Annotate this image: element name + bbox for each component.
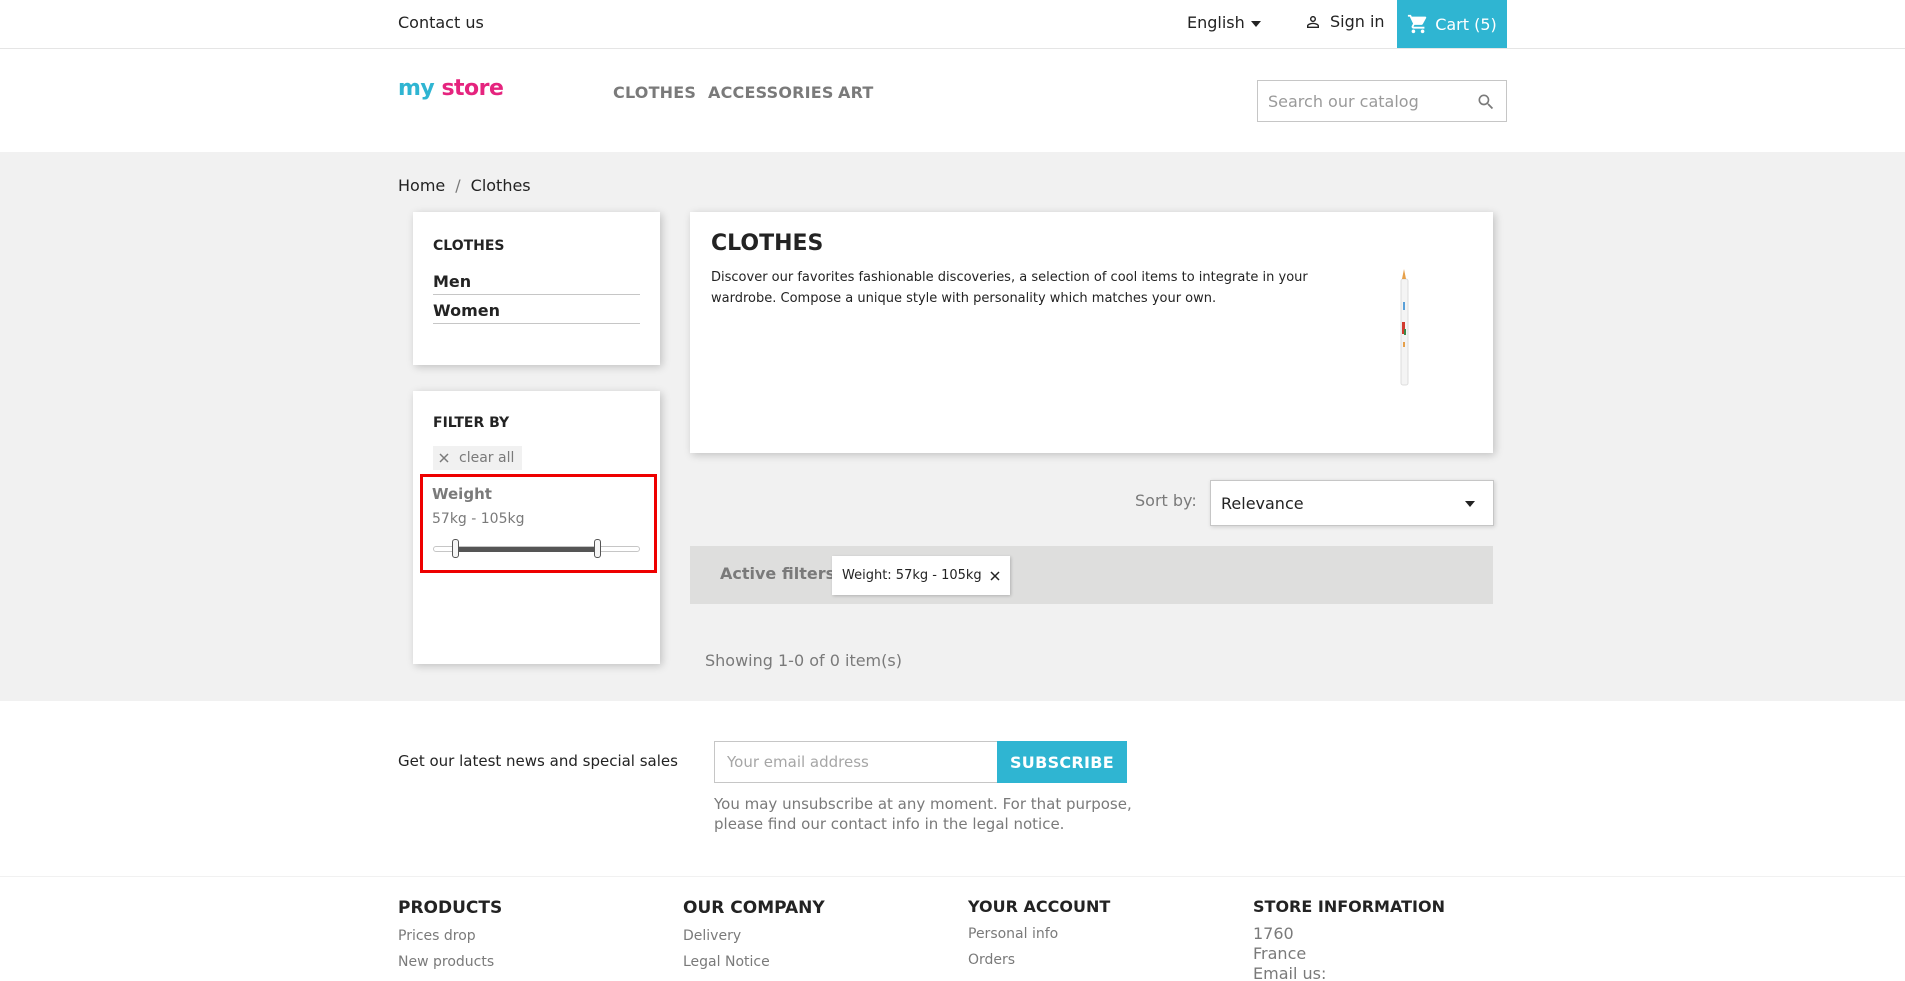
category-image — [1400, 269, 1409, 386]
menu-accessories[interactable]: ACCESSORIES — [708, 83, 834, 102]
results-count: Showing 1-0 of 0 item(s) — [705, 651, 902, 670]
sort-selected-value: Relevance — [1221, 493, 1304, 513]
top-bar — [0, 0, 1905, 49]
store-info-line-3: Email us: — [1253, 964, 1327, 981]
subcategory-men[interactable]: Men — [433, 272, 640, 295]
menu-clothes[interactable]: CLOTHES — [613, 83, 696, 102]
sort-select[interactable]: Relevance — [1210, 480, 1494, 526]
active-filter-chip-label: Weight: 57kg - 105kg — [842, 568, 982, 583]
filter-by-title: FILTER BY — [433, 415, 510, 431]
category-tree-card: CLOTHES Men Women — [413, 212, 660, 365]
close-icon[interactable] — [990, 570, 1000, 581]
store-info-line-1: 1760 — [1253, 924, 1294, 943]
category-description: Discover our favorites fashionable disco… — [711, 270, 1308, 306]
subscribe-button[interactable]: SUBSCRIBE — [997, 741, 1127, 783]
weight-filter-title: Weight — [432, 485, 492, 503]
cart-button[interactable]: Cart (5) — [1397, 0, 1507, 48]
store-logo[interactable]: my store — [398, 76, 504, 101]
footer-link-personal-info[interactable]: Personal info — [968, 926, 1058, 942]
close-icon — [439, 453, 449, 463]
category-title: CLOTHES — [711, 231, 824, 256]
footer-link-prices-drop[interactable]: Prices drop — [398, 928, 476, 944]
newsletter-email-field[interactable] — [714, 741, 998, 783]
breadcrumb-separator: / — [455, 176, 461, 195]
menu-art[interactable]: ART — [838, 83, 874, 102]
footer-link-new-products[interactable]: New products — [398, 954, 494, 970]
cart-label: Cart (5) — [1435, 14, 1497, 34]
weight-range-label: 57kg - 105kg — [432, 511, 525, 527]
active-filters-label: Active filters — [720, 564, 836, 583]
footer-link-legal-notice[interactable]: Legal Notice — [683, 954, 770, 970]
footer-link-delivery[interactable]: Delivery — [683, 928, 741, 944]
newsletter-email-input[interactable] — [727, 753, 987, 771]
breadcrumb-home[interactable]: Home — [398, 176, 445, 195]
category-tree-title[interactable]: CLOTHES — [433, 238, 505, 254]
subcategory-women[interactable]: Women — [433, 301, 640, 324]
unsubscribe-note: You may unsubscribe at any moment. For t… — [714, 795, 1132, 833]
caret-down-icon — [1250, 20, 1261, 27]
clear-all-label: clear all — [459, 450, 515, 466]
sign-in-link[interactable]: Sign in — [1304, 12, 1385, 31]
breadcrumb-clothes[interactable]: Clothes — [471, 176, 531, 195]
footer-link-orders[interactable]: Orders — [968, 952, 1015, 968]
newsletter-text: Get our latest news and special sales — [398, 752, 678, 770]
weight-slider-max-handle[interactable] — [594, 539, 601, 558]
sign-in-label: Sign in — [1330, 12, 1385, 31]
cart-icon — [1408, 14, 1427, 34]
footer-company-title: OUR COMPANY — [683, 898, 825, 918]
store-info-line-2: France — [1253, 944, 1307, 963]
logo-text-store: store — [441, 76, 504, 101]
footer-products-title: PRODUCTS — [398, 898, 503, 918]
footer-divider — [0, 876, 1905, 877]
search-box[interactable] — [1257, 80, 1507, 122]
clear-all-button[interactable]: clear all — [433, 446, 523, 470]
sort-by-label: Sort by: — [1135, 491, 1197, 510]
footer-account-title[interactable]: YOUR ACCOUNT — [968, 897, 1110, 916]
weight-slider-min-handle[interactable] — [452, 539, 459, 558]
breadcrumb: Home / Clothes — [398, 176, 531, 195]
weight-slider-range — [455, 547, 597, 552]
contact-us-link[interactable]: Contact us — [398, 13, 484, 32]
search-icon[interactable] — [1476, 92, 1496, 112]
caret-down-icon — [1465, 501, 1475, 507]
search-input[interactable] — [1268, 91, 1468, 111]
user-icon — [1307, 15, 1319, 28]
language-selector[interactable]: English — [1187, 13, 1261, 32]
footer-store-title: STORE INFORMATION — [1253, 897, 1445, 916]
active-filter-chip[interactable]: Weight: 57kg - 105kg — [832, 556, 1010, 595]
logo-text-my: my — [398, 76, 435, 101]
header — [0, 49, 1905, 152]
language-label: English — [1187, 13, 1245, 32]
